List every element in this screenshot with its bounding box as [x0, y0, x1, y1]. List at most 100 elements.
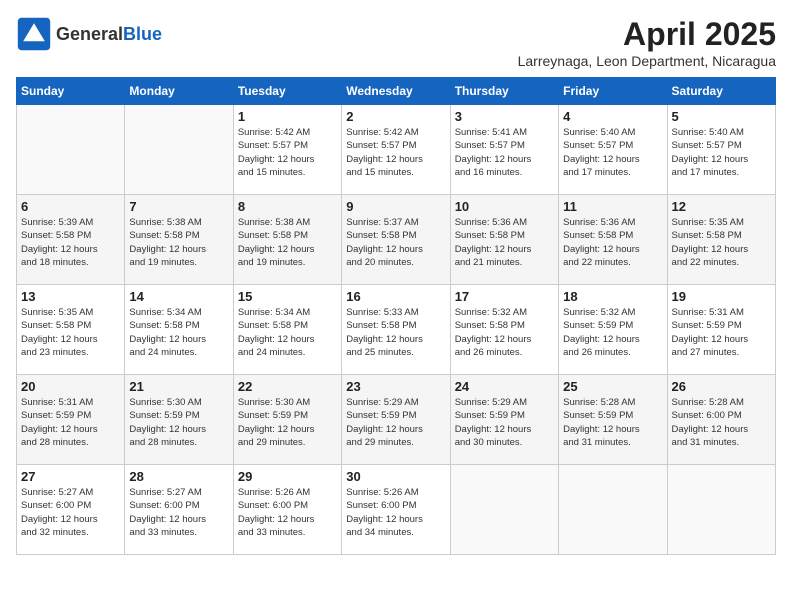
calendar-cell: 1Sunrise: 5:42 AM Sunset: 5:57 PM Daylig…	[233, 105, 341, 195]
weekday-header-sunday: Sunday	[17, 78, 125, 105]
calendar-cell	[667, 465, 775, 555]
calendar-cell	[125, 105, 233, 195]
logo-icon	[16, 16, 52, 52]
calendar-cell: 26 Sunrise: 5:28 AM Sunset: 6:00 PM Dayli…	[667, 375, 775, 465]
calendar-cell: 8 Sunrise: 5:38 AM Sunset: 5:58 PM Daylig…	[233, 195, 341, 285]
day-number: 3	[455, 109, 554, 124]
day-number: 13	[21, 289, 120, 304]
calendar-cell: 28Sunrise: 5:27 AM Sunset: 6:00 PM Dayli…	[125, 465, 233, 555]
calendar-cell: 23 Sunrise: 5:29 AM Sunset: 5:59 PM Dayli…	[342, 375, 450, 465]
day-info: Sunrise: 5:29 AM Sunset: 5:59 PM Dayligh…	[346, 396, 445, 449]
day-info: Sunrise: 5:35 AM Sunset: 5:58 PM Dayligh…	[672, 216, 771, 269]
day-info: Sunrise: 5:26 AM Sunset: 6:00 PM Dayligh…	[346, 486, 445, 539]
calendar-cell: 21Sunrise: 5:30 AM Sunset: 5:59 PM Dayli…	[125, 375, 233, 465]
day-number: 14	[129, 289, 228, 304]
day-info: Sunrise: 5:30 AM Sunset: 5:59 PM Dayligh…	[238, 396, 337, 449]
day-number: 8	[238, 199, 337, 214]
day-number: 6	[21, 199, 120, 214]
day-info: Sunrise: 5:28 AM Sunset: 5:59 PM Dayligh…	[563, 396, 662, 449]
day-number: 2	[346, 109, 445, 124]
calendar-cell: 4 Sunrise: 5:40 AM Sunset: 5:57 PM Daylig…	[559, 105, 667, 195]
day-info: Sunrise: 5:41 AM Sunset: 5:57 PM Dayligh…	[455, 126, 554, 179]
calendar-cell: 6 Sunrise: 5:39 AM Sunset: 5:58 PM Daylig…	[17, 195, 125, 285]
weekday-header-monday: Monday	[125, 78, 233, 105]
day-number: 16	[346, 289, 445, 304]
day-number: 26	[672, 379, 771, 394]
day-number: 19	[672, 289, 771, 304]
day-info: Sunrise: 5:31 AM Sunset: 5:59 PM Dayligh…	[21, 396, 120, 449]
day-number: 9	[346, 199, 445, 214]
day-number: 7	[129, 199, 228, 214]
day-info: Sunrise: 5:33 AM Sunset: 5:58 PM Dayligh…	[346, 306, 445, 359]
day-info: Sunrise: 5:30 AM Sunset: 5:59 PM Dayligh…	[129, 396, 228, 449]
day-number: 11	[563, 199, 662, 214]
day-info: Sunrise: 5:29 AM Sunset: 5:59 PM Dayligh…	[455, 396, 554, 449]
header: GeneralBlue April 2025 Larreynaga, Leon …	[16, 16, 776, 69]
calendar-cell: 7 Sunrise: 5:38 AM Sunset: 5:58 PM Daylig…	[125, 195, 233, 285]
calendar-cell: 15 Sunrise: 5:34 AM Sunset: 5:58 PM Dayli…	[233, 285, 341, 375]
day-info: Sunrise: 5:39 AM Sunset: 5:58 PM Dayligh…	[21, 216, 120, 269]
weekday-header-row: SundayMondayTuesdayWednesdayThursdayFrid…	[17, 78, 776, 105]
day-info: Sunrise: 5:42 AM Sunset: 5:57 PM Dayligh…	[346, 126, 445, 179]
calendar-week-row: 6 Sunrise: 5:39 AM Sunset: 5:58 PM Daylig…	[17, 195, 776, 285]
logo-general-text: GeneralBlue	[56, 24, 162, 45]
day-number: 24	[455, 379, 554, 394]
location-title: Larreynaga, Leon Department, Nicaragua	[518, 53, 776, 69]
day-info: Sunrise: 5:27 AM Sunset: 6:00 PM Dayligh…	[21, 486, 120, 539]
day-number: 10	[455, 199, 554, 214]
day-info: Sunrise: 5:42 AM Sunset: 5:57 PM Dayligh…	[238, 126, 337, 179]
day-number: 29	[238, 469, 337, 484]
weekday-header-thursday: Thursday	[450, 78, 558, 105]
weekday-header-friday: Friday	[559, 78, 667, 105]
day-info: Sunrise: 5:35 AM Sunset: 5:58 PM Dayligh…	[21, 306, 120, 359]
calendar-cell: 19Sunrise: 5:31 AM Sunset: 5:59 PM Dayli…	[667, 285, 775, 375]
day-number: 30	[346, 469, 445, 484]
day-info: Sunrise: 5:37 AM Sunset: 5:58 PM Dayligh…	[346, 216, 445, 269]
day-info: Sunrise: 5:36 AM Sunset: 5:58 PM Dayligh…	[455, 216, 554, 269]
calendar-cell: 22 Sunrise: 5:30 AM Sunset: 5:59 PM Dayli…	[233, 375, 341, 465]
calendar-week-row: 13 Sunrise: 5:35 AM Sunset: 5:58 PM Dayli…	[17, 285, 776, 375]
day-info: Sunrise: 5:26 AM Sunset: 6:00 PM Dayligh…	[238, 486, 337, 539]
day-number: 25	[563, 379, 662, 394]
day-number: 12	[672, 199, 771, 214]
calendar-cell: 2 Sunrise: 5:42 AM Sunset: 5:57 PM Daylig…	[342, 105, 450, 195]
calendar-cell: 12 Sunrise: 5:35 AM Sunset: 5:58 PM Dayli…	[667, 195, 775, 285]
day-info: Sunrise: 5:28 AM Sunset: 6:00 PM Dayligh…	[672, 396, 771, 449]
calendar-cell: 16 Sunrise: 5:33 AM Sunset: 5:58 PM Dayli…	[342, 285, 450, 375]
day-number: 15	[238, 289, 337, 304]
title-area: April 2025 Larreynaga, Leon Department, …	[518, 16, 776, 69]
calendar-cell	[559, 465, 667, 555]
calendar-cell: 11Sunrise: 5:36 AM Sunset: 5:58 PM Dayli…	[559, 195, 667, 285]
calendar-cell: 5 Sunrise: 5:40 AM Sunset: 5:57 PM Daylig…	[667, 105, 775, 195]
day-info: Sunrise: 5:40 AM Sunset: 5:57 PM Dayligh…	[563, 126, 662, 179]
weekday-header-tuesday: Tuesday	[233, 78, 341, 105]
day-number: 27	[21, 469, 120, 484]
month-title: April 2025	[518, 16, 776, 53]
day-number: 22	[238, 379, 337, 394]
calendar-cell: 3 Sunrise: 5:41 AM Sunset: 5:57 PM Daylig…	[450, 105, 558, 195]
day-number: 4	[563, 109, 662, 124]
calendar-cell: 13 Sunrise: 5:35 AM Sunset: 5:58 PM Dayli…	[17, 285, 125, 375]
day-number: 17	[455, 289, 554, 304]
calendar-cell: 29 Sunrise: 5:26 AM Sunset: 6:00 PM Dayli…	[233, 465, 341, 555]
logo: GeneralBlue	[16, 16, 162, 52]
day-number: 5	[672, 109, 771, 124]
day-info: Sunrise: 5:38 AM Sunset: 5:58 PM Dayligh…	[238, 216, 337, 269]
calendar-cell: 9 Sunrise: 5:37 AM Sunset: 5:58 PM Daylig…	[342, 195, 450, 285]
day-number: 23	[346, 379, 445, 394]
calendar-cell	[450, 465, 558, 555]
day-number: 28	[129, 469, 228, 484]
calendar-cell: 18 Sunrise: 5:32 AM Sunset: 5:59 PM Dayli…	[559, 285, 667, 375]
day-info: Sunrise: 5:32 AM Sunset: 5:59 PM Dayligh…	[563, 306, 662, 359]
calendar-cell: 24 Sunrise: 5:29 AM Sunset: 5:59 PM Dayli…	[450, 375, 558, 465]
day-info: Sunrise: 5:32 AM Sunset: 5:58 PM Dayligh…	[455, 306, 554, 359]
calendar-week-row: 1Sunrise: 5:42 AM Sunset: 5:57 PM Daylig…	[17, 105, 776, 195]
day-info: Sunrise: 5:40 AM Sunset: 5:57 PM Dayligh…	[672, 126, 771, 179]
calendar-cell: 30 Sunrise: 5:26 AM Sunset: 6:00 PM Dayli…	[342, 465, 450, 555]
day-info: Sunrise: 5:38 AM Sunset: 5:58 PM Dayligh…	[129, 216, 228, 269]
weekday-header-saturday: Saturday	[667, 78, 775, 105]
weekday-header-wednesday: Wednesday	[342, 78, 450, 105]
day-info: Sunrise: 5:34 AM Sunset: 5:58 PM Dayligh…	[238, 306, 337, 359]
calendar-cell: 27 Sunrise: 5:27 AM Sunset: 6:00 PM Dayli…	[17, 465, 125, 555]
day-number: 18	[563, 289, 662, 304]
